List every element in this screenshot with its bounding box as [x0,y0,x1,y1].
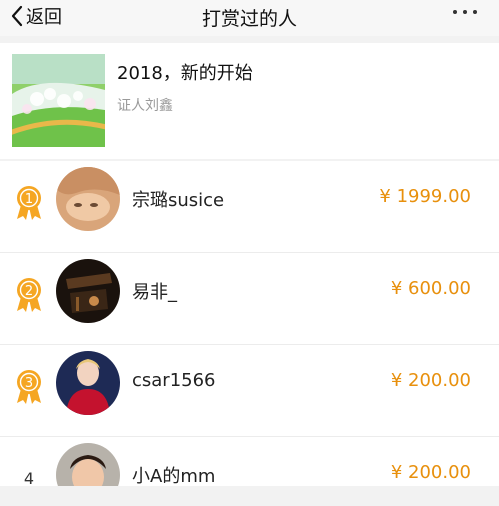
avatar [56,167,120,231]
article-thumbnail [12,54,105,147]
donation-amount: ¥ 200.00 [390,370,471,391]
page-title: 打赏过的人 [201,8,297,30]
list-item[interactable]: 4 小A的mm ¥ 200.00 [0,437,499,486]
page: 返回 打赏过的人 2018，新的开始 证人刘鑫 1 宗璐susice ¥ 199… [0,0,499,506]
nav-bar: 返回 打赏过的人 [0,0,499,36]
list-item[interactable]: 1 宗璐susice ¥ 1999.00 [0,161,499,253]
article-card[interactable]: 2018，新的开始 证人刘鑫 [0,43,499,159]
rank-number: 3 [24,376,34,391]
list-item[interactable]: 3 csar1566 ¥ 200.00 [0,345,499,437]
avatar [56,443,120,486]
donor-name: 小A的mm [132,466,216,486]
rank-number: 2 [24,284,34,299]
more-options-icon[interactable] [453,10,477,14]
article-author: 证人刘鑫 [117,98,173,114]
list-item[interactable]: 2 易非_ ¥ 600.00 [0,253,499,345]
avatar [56,351,120,415]
donor-name: 宗璐susice [132,190,225,211]
avatar [56,259,120,323]
donation-amount: ¥ 600.00 [390,278,471,299]
donor-name: 易非_ [132,282,177,303]
donor-name: csar1566 [132,370,216,391]
rank-number: 1 [24,192,34,207]
rank-number: 4 [23,469,35,486]
donor-list: 1 宗璐susice ¥ 1999.00 2 易非_ ¥ 600.00 3 cs… [0,161,499,486]
donation-amount: ¥ 200.00 [390,462,471,483]
article-title: 2018，新的开始 [117,63,253,84]
donation-amount: ¥ 1999.00 [379,186,471,207]
